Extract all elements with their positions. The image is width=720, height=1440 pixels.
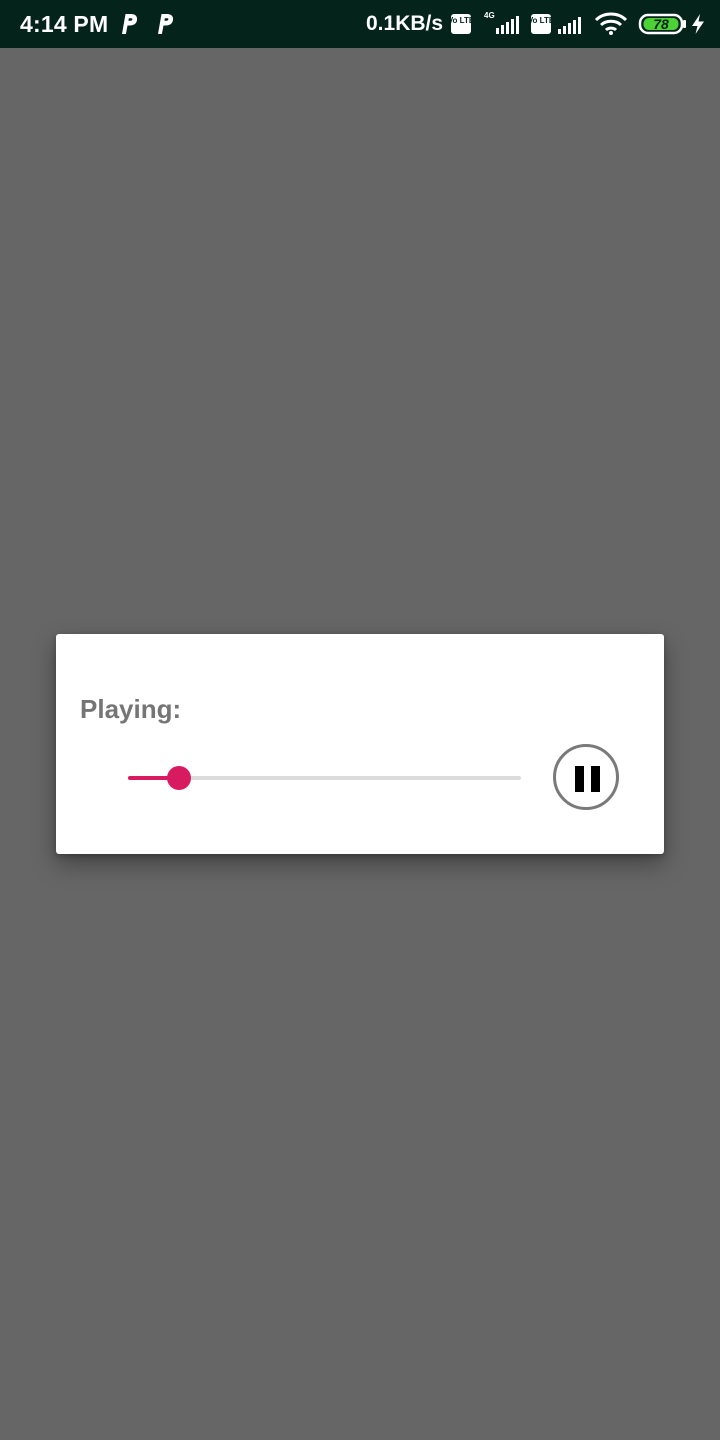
network-type-label: 4G (484, 11, 495, 20)
network-speed: 0.1KB/s (366, 12, 444, 35)
parking-p-icon (158, 14, 174, 34)
signal-icon (558, 17, 581, 34)
volte-icon: Vo LTE (530, 14, 552, 34)
volte-label-2: Vo LTE (530, 16, 552, 25)
player-dialog: Playing: (56, 634, 664, 854)
battery-icon: 78 (638, 13, 686, 35)
charging-icon (692, 14, 704, 34)
wifi-icon (594, 12, 628, 35)
volte-label-1: Vo LTE (450, 16, 472, 25)
signal-icon: 4G (484, 11, 519, 34)
parking-p-icon (122, 14, 138, 34)
status-time: 4:14 PM (20, 11, 109, 37)
status-bar: 4:14 PM 0.1KB/s Vo LTE 4G Vo LTE (0, 0, 720, 48)
dialog-title: Playing: (80, 694, 182, 724)
pause-button[interactable] (553, 744, 619, 810)
seek-bar[interactable] (128, 765, 521, 791)
seek-bar-thumb[interactable] (167, 766, 192, 790)
battery-level: 78 (653, 16, 669, 32)
volte-icon: Vo LTE (450, 14, 472, 34)
